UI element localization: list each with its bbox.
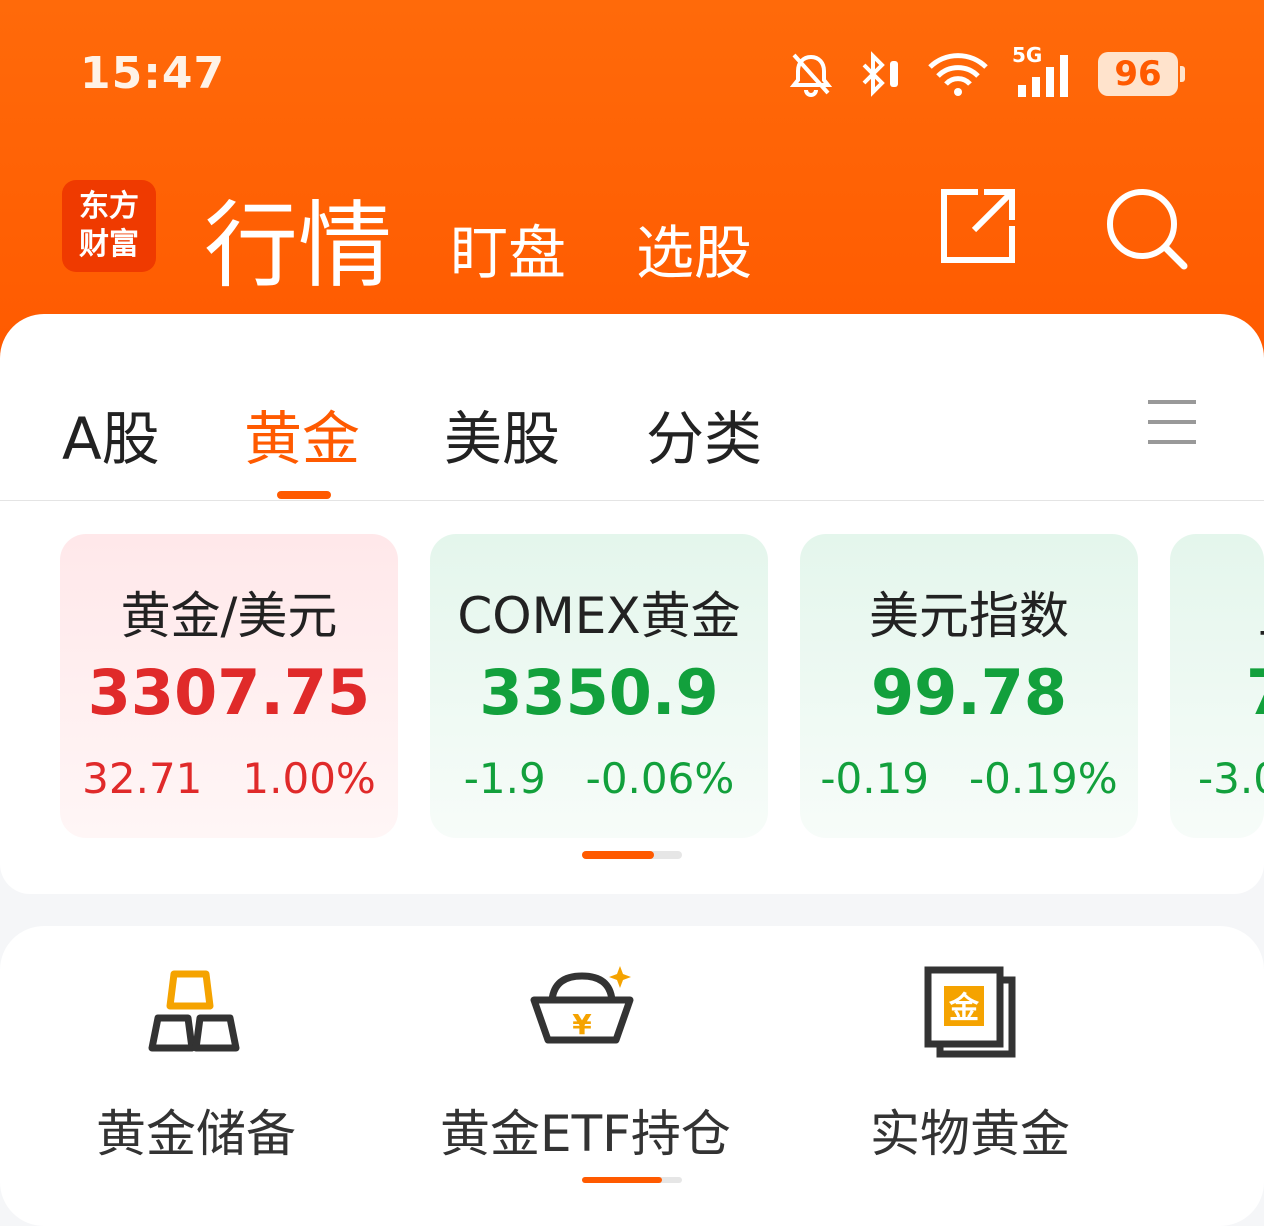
nav-stock-picker[interactable]: 选股: [636, 206, 752, 290]
tool-label-gold-etf[interactable]: 黄金ETF持仓: [440, 1094, 731, 1166]
quote-percent: 1.00%: [242, 754, 376, 803]
quote-name: COMEX黄金: [457, 587, 741, 645]
battery-level: 96: [1114, 54, 1162, 94]
svg-text:¥: ¥: [572, 1008, 592, 1041]
quote-change: -1.9: [463, 754, 546, 803]
wifi-icon: [926, 51, 990, 97]
quote-change: -3.0: [1198, 754, 1264, 803]
gold-bars-icon[interactable]: [146, 968, 242, 1058]
quote-card-partial[interactable]: 上 7 -3.0: [1170, 534, 1264, 838]
network-label: 5G: [1012, 43, 1043, 67]
gold-ingot-icon[interactable]: ¥: [530, 962, 634, 1056]
search-icon[interactable]: [1104, 186, 1188, 274]
gold-certificate-icon[interactable]: 金: [924, 966, 1016, 1062]
quote-price: 3307.75: [87, 656, 371, 729]
quote-card[interactable]: 黄金/美元 3307.75 32.71 1.00%: [60, 534, 398, 838]
tools-scroll-indicator: [582, 1177, 682, 1183]
mute-bell-icon: [788, 51, 834, 97]
battery-icon: 96: [1098, 52, 1185, 96]
nav-title-market[interactable]: 行情: [204, 170, 392, 306]
tools-scroll-thumb: [582, 1177, 662, 1183]
tab-us-stocks[interactable]: 美股: [444, 392, 560, 476]
quote-card[interactable]: 美元指数 99.78 -0.19 -0.19%: [800, 534, 1138, 838]
quote-name: 上: [1258, 576, 1264, 648]
app-logo[interactable]: 东方 财富: [62, 180, 156, 272]
svg-text:金: 金: [948, 991, 980, 1026]
tab-divider: [0, 500, 1264, 501]
tab-a-shares[interactable]: A股: [62, 392, 160, 476]
tab-gold[interactable]: 黄金: [244, 392, 360, 476]
quote-percent: -0.19%: [969, 754, 1118, 803]
quote-name: 黄金/美元: [120, 587, 338, 645]
quote-change: -0.19: [820, 754, 930, 803]
quote-card[interactable]: COMEX黄金 3350.9 -1.9 -0.06%: [430, 534, 768, 838]
quote-price: 7: [1246, 656, 1264, 729]
status-icons: 5G 96: [788, 43, 1185, 102]
quote-name: 美元指数: [869, 587, 1069, 645]
menu-icon[interactable]: [1148, 398, 1196, 450]
quote-percent: -0.06%: [585, 754, 735, 803]
scroll-thumb: [582, 851, 654, 859]
tool-label-gold-reserves[interactable]: 黄金储备: [96, 1094, 296, 1166]
logo-line2: 财富: [79, 227, 139, 262]
quote-price: 3350.9: [479, 656, 719, 729]
status-time: 15:47: [80, 48, 226, 99]
active-tab-indicator: [277, 491, 331, 499]
tab-categories[interactable]: 分类: [646, 392, 762, 476]
signal-icon: 5G: [1012, 43, 1076, 99]
logo-line1: 东方: [79, 189, 139, 224]
nav-watch[interactable]: 盯盘: [450, 206, 566, 290]
carousel-scroll-indicator: [582, 851, 682, 859]
tool-label-physical-gold[interactable]: 实物黄金: [870, 1094, 1070, 1166]
share-icon[interactable]: [938, 186, 1018, 270]
quote-change: 32.71: [82, 754, 203, 803]
bluetooth-icon: [856, 51, 904, 97]
quote-price: 99.78: [870, 656, 1068, 729]
